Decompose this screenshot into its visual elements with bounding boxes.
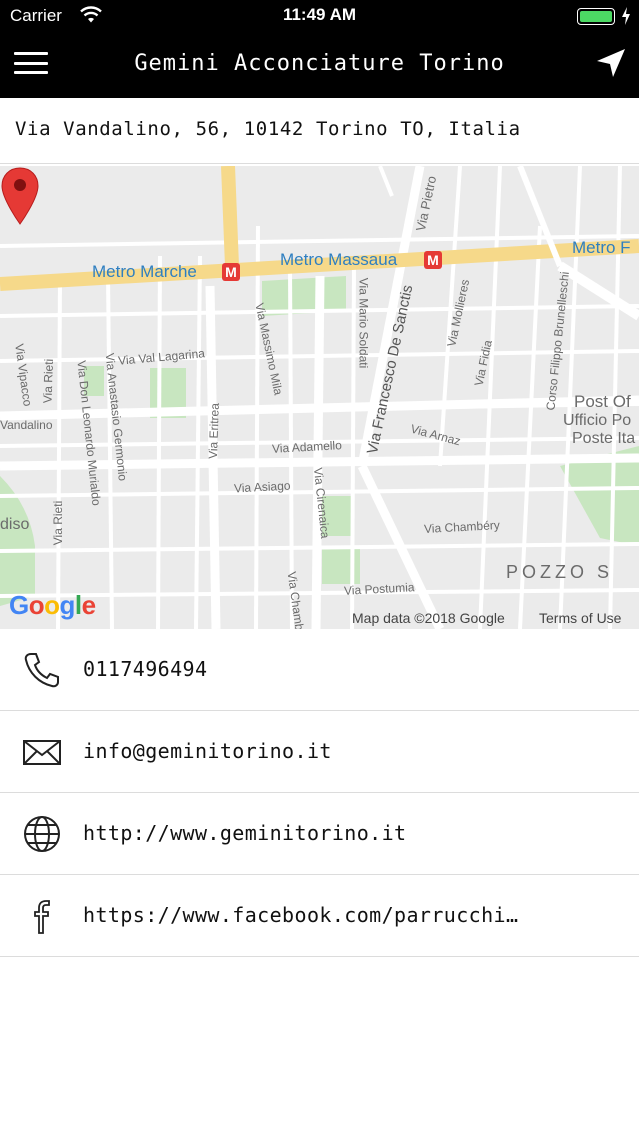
- map-label-via-rieti-2: Via Rieti: [51, 500, 66, 546]
- map-label-via-mario-soldati: Via Mario Soldati: [356, 277, 371, 369]
- address-text: Via Vandalino, 56, 10142 Torino TO, Ital…: [15, 118, 521, 140]
- navigation-arrow-icon[interactable]: [594, 46, 628, 80]
- map-label-vandalino: Vandalino: [0, 418, 53, 432]
- map-label-metro-marche: Metro Marche: [92, 262, 197, 281]
- map-attribution: Map data ©2018 Google: [352, 610, 505, 626]
- envelope-icon: [23, 740, 61, 765]
- map-label-diso: diso: [0, 516, 30, 533]
- page-title: Gemini Acconciature Torino: [134, 51, 505, 76]
- nav-bar: Gemini Acconciature Torino: [0, 34, 639, 98]
- facebook-icon: [34, 900, 50, 934]
- map-label-ufficio-po: Ufficio Po: [563, 412, 632, 429]
- map-label-poste-ita: Poste Ita: [572, 430, 636, 447]
- map-label-via-rieti: Via Rieti: [40, 358, 57, 404]
- map-label-via-eritrea: Via Eritrea: [205, 402, 222, 460]
- map-label-pozzo-s: POZZO S: [506, 562, 614, 582]
- google-logo[interactable]: Google: [9, 590, 96, 621]
- phone-number: 0117496494: [83, 657, 208, 681]
- status-time: 11:49 AM: [282, 5, 357, 24]
- map-view[interactable]: Metro Marche M Metro Massaua M Metro F V…: [0, 166, 639, 629]
- map-terms-link[interactable]: Terms of Use: [539, 610, 621, 626]
- email-address: info@geminitorino.it: [83, 739, 332, 763]
- address-row[interactable]: Via Vandalino, 56, 10142 Torino TO, Ital…: [0, 98, 639, 164]
- metro-icon: M: [424, 251, 442, 269]
- map-label-metro-massaua: Metro Massaua: [280, 250, 398, 269]
- map-tiles: [0, 166, 639, 629]
- facebook-url: https://www.facebook.com/parrucchi…: [83, 903, 519, 927]
- hamburger-menu-icon[interactable]: [14, 48, 48, 78]
- globe-icon: [24, 816, 60, 852]
- contact-row-facebook[interactable]: https://www.facebook.com/parrucchi…: [0, 875, 639, 957]
- charging-bolt-icon: [622, 7, 630, 25]
- contact-row-phone[interactable]: 0117496494: [0, 629, 639, 711]
- contact-row-email[interactable]: info@geminitorino.it: [0, 711, 639, 793]
- map-label-metro-right: Metro F: [572, 238, 631, 257]
- contact-row-website[interactable]: http://www.geminitorino.it: [0, 793, 639, 875]
- metro-icon: M: [222, 263, 240, 281]
- map-label-post-of: Post Of: [574, 392, 631, 411]
- map-label-via-asiago: Via Asiago: [233, 478, 291, 496]
- map-pin-icon[interactable]: [0, 166, 40, 226]
- phone-icon: [24, 653, 59, 688]
- battery-icon: [577, 8, 615, 25]
- status-bar: Carrier 11:49 AM: [0, 0, 639, 34]
- top-bar: Carrier 11:49 AM Gemini Acconciature Tor…: [0, 0, 639, 98]
- website-url: http://www.geminitorino.it: [83, 821, 407, 845]
